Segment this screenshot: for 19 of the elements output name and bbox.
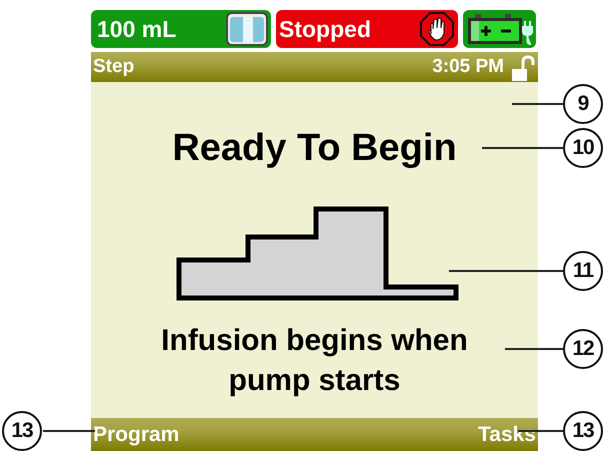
pump-state-text: Stopped <box>279 14 371 44</box>
volume-text: 100 mL <box>97 14 176 44</box>
leader-line <box>43 430 95 432</box>
leader-line <box>505 348 563 350</box>
callout-number: 13 <box>2 411 42 451</box>
screen-title: Step <box>93 54 134 79</box>
leader-line <box>512 103 563 105</box>
leader-line <box>518 430 563 432</box>
status-heading: Ready To Begin <box>172 126 457 170</box>
clock-time: 3:05 PM <box>432 54 504 79</box>
status-message: Infusion begins when pump starts <box>160 323 469 399</box>
padlock-icon <box>510 55 536 82</box>
callout-number: 13 <box>563 411 603 451</box>
iv-bag-icon <box>226 12 268 46</box>
callout-number: 11 <box>563 251 603 291</box>
callout-number: 10 <box>563 128 603 168</box>
callout-number: 9 <box>563 84 603 124</box>
softkey-button[interactable]: Program <box>91 418 182 450</box>
callout-number: 12 <box>563 329 603 369</box>
